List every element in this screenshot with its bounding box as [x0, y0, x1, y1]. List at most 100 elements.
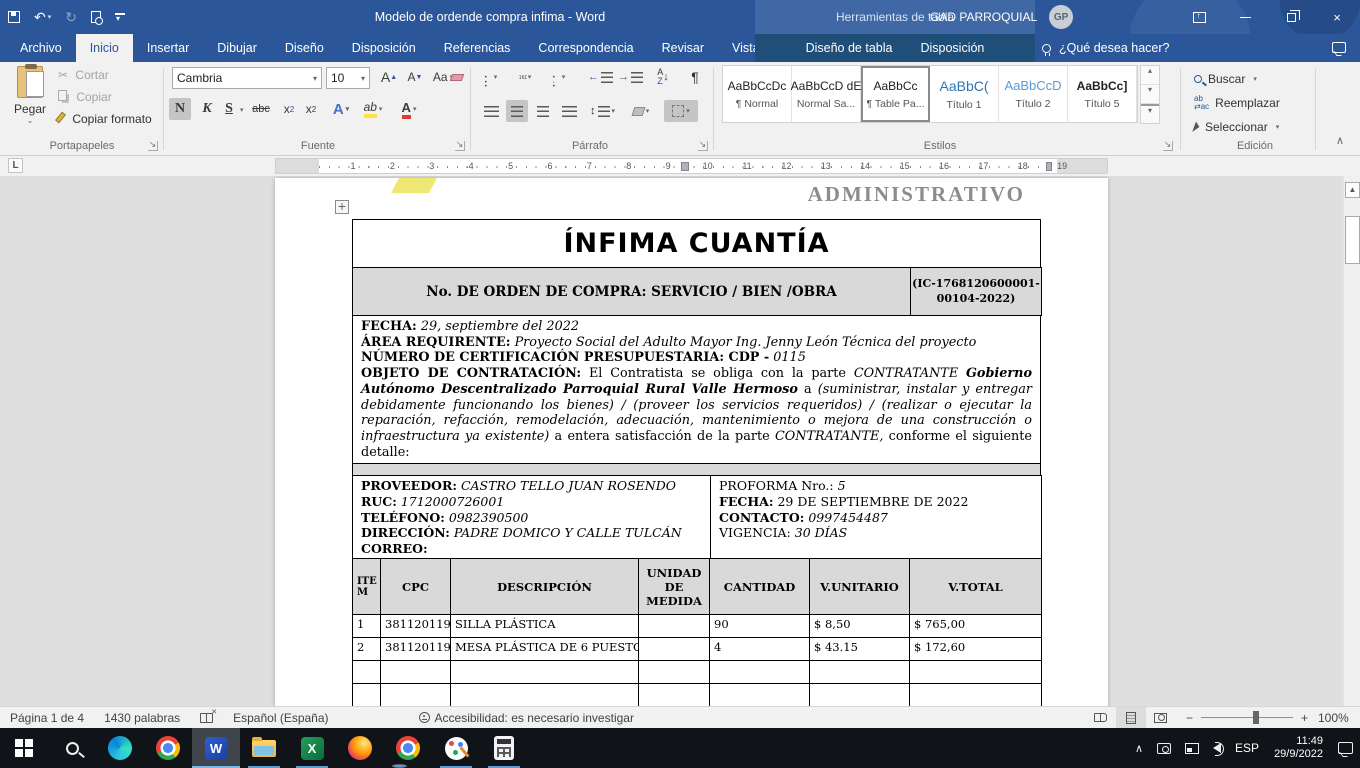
taskbar-file-explorer[interactable]	[240, 728, 288, 768]
col-header-descripcion[interactable]: DESCRIPCIÓN	[451, 559, 639, 615]
align-left-button[interactable]	[480, 100, 502, 122]
styles-dialog-launcher[interactable]: ↘	[1163, 141, 1173, 151]
customize-qat-button[interactable]	[115, 5, 125, 29]
tab-diseno-de-tabla[interactable]: Diseño de tabla	[792, 34, 907, 62]
grow-font-button[interactable]: A▲	[378, 66, 400, 88]
close-button[interactable]: ×	[1314, 0, 1360, 34]
vunitario-cell[interactable]	[810, 684, 910, 706]
print-layout-button[interactable]	[1116, 707, 1146, 729]
bullets-button[interactable]: ▾	[480, 66, 502, 88]
save-button[interactable]	[8, 5, 20, 29]
cpc-cell[interactable]: 381120119	[381, 615, 451, 638]
word-count[interactable]: 1430 palabras	[94, 707, 190, 729]
ruler-right-indent-marker[interactable]	[1046, 162, 1052, 171]
font-family-select[interactable]: Cambria▾	[172, 67, 322, 89]
tab-selector[interactable]: L	[8, 158, 23, 173]
style-table-paragraph[interactable]: AaBbCc ¶ Table Pa...	[861, 66, 930, 122]
minimize-button[interactable]	[1222, 0, 1268, 34]
proofing-status[interactable]	[190, 707, 223, 729]
page-indicator[interactable]: Página 1 de 4	[0, 707, 94, 729]
descripcion-cell[interactable]	[451, 684, 639, 706]
format-painter-button[interactable]: Copiar formato	[58, 112, 152, 126]
ribbon-display-options-button[interactable]	[1176, 0, 1222, 34]
line-spacing-button[interactable]: ↕▾	[590, 100, 615, 122]
undo-button[interactable]: ↶▾	[34, 5, 51, 29]
descripcion-cell[interactable]	[451, 661, 639, 684]
cantidad-cell[interactable]: 4	[710, 638, 810, 661]
unidad-cell[interactable]	[639, 684, 710, 706]
taskbar-chrome[interactable]	[144, 728, 192, 768]
style-normal-sa[interactable]: AaBbCcD dE Normal Sa...	[792, 66, 861, 122]
col-header-cpc[interactable]: CPC	[381, 559, 451, 615]
tab-disposicion[interactable]: Disposición	[338, 34, 430, 62]
taskbar-clock[interactable]: 11:49 29/9/2022	[1266, 735, 1331, 761]
vertical-scrollbar[interactable]: ▲	[1343, 176, 1360, 706]
increase-indent-button[interactable]: →	[618, 66, 643, 88]
language-indicator[interactable]: Español (España)	[223, 707, 338, 729]
item-cell[interactable]: 1	[353, 615, 381, 638]
unidad-cell[interactable]	[639, 615, 710, 638]
vtotal-cell[interactable]	[910, 661, 1042, 684]
tab-insertar[interactable]: Insertar	[133, 34, 203, 62]
ruler-table-column-marker[interactable]	[681, 162, 689, 171]
taskbar-chrome-profile[interactable]	[384, 728, 432, 768]
zoom-out-button[interactable]: −	[1186, 711, 1193, 725]
vunitario-cell[interactable]: $ 43.15	[810, 638, 910, 661]
account-area[interactable]: GAD PARROQUIAL GP	[930, 0, 1073, 34]
styles-more-button[interactable]: ▾	[1141, 104, 1159, 123]
borders-button[interactable]: ▾	[664, 100, 698, 122]
descripcion-cell[interactable]: MESA PLÁSTICA DE 6 PUESTOS	[451, 638, 639, 661]
scrollbar-thumb[interactable]	[1345, 216, 1360, 264]
subscript-button[interactable]: x2	[278, 98, 300, 120]
find-button[interactable]: Buscar ▾	[1194, 68, 1257, 90]
col-header-vunitario[interactable]: V.UNITARIO	[810, 559, 910, 615]
cantidad-cell[interactable]: 90	[710, 615, 810, 638]
tab-referencias[interactable]: Referencias	[430, 34, 525, 62]
align-center-button[interactable]	[506, 100, 528, 122]
tray-cast-button[interactable]	[1150, 728, 1178, 768]
paragraph-dialog-launcher[interactable]: ↘	[698, 141, 708, 151]
scroll-up-button[interactable]: ▲	[1345, 182, 1360, 198]
tell-me-box[interactable]: ¿Qué desea hacer?	[1042, 34, 1170, 62]
show-marks-button[interactable]: ¶	[684, 66, 706, 88]
superscript-button[interactable]: x2	[300, 98, 322, 120]
decrease-indent-button[interactable]: ←	[588, 66, 613, 88]
start-button[interactable]	[0, 728, 48, 768]
cpc-cell[interactable]	[381, 684, 451, 706]
horizontal-ruler[interactable]: 12345678910111213141516171819	[275, 158, 1108, 174]
styles-scroll-up-button[interactable]: ▴	[1141, 66, 1159, 85]
form-title-cell[interactable]: ÍNFIMA CUANTÍA	[353, 220, 1041, 268]
language-switcher[interactable]: ESP	[1228, 728, 1266, 768]
tray-expand-button[interactable]: ∧	[1128, 728, 1150, 768]
italic-button[interactable]: K	[196, 98, 218, 120]
vtotal-cell[interactable]: $ 765,00	[910, 615, 1042, 638]
restore-button[interactable]	[1268, 0, 1314, 34]
align-right-button[interactable]	[532, 100, 554, 122]
unidad-cell[interactable]	[639, 638, 710, 661]
feedback-icon[interactable]	[1332, 42, 1346, 53]
select-button[interactable]: Seleccionar ▾	[1194, 116, 1279, 138]
descripcion-cell[interactable]: SILLA PLÁSTICA	[451, 615, 639, 638]
clear-formatting-button[interactable]	[446, 66, 468, 88]
vtotal-cell[interactable]: $ 172,60	[910, 638, 1042, 661]
collapse-ribbon-button[interactable]: ∧	[1336, 134, 1344, 147]
tab-archivo[interactable]: Archivo	[6, 34, 76, 62]
shrink-font-button[interactable]: A▼	[404, 66, 426, 88]
taskbar-word[interactable]: W	[192, 728, 240, 768]
col-header-cantidad[interactable]: CANTIDAD	[710, 559, 810, 615]
vtotal-cell[interactable]	[910, 684, 1042, 706]
text-effects-button[interactable]: A▾	[330, 98, 352, 120]
sort-button[interactable]: AZ↓	[652, 66, 674, 88]
taskbar-excel[interactable]: X	[288, 728, 336, 768]
justify-button[interactable]	[558, 100, 580, 122]
accessibility-status[interactable]: Accesibilidad: es necesario investigar	[409, 707, 644, 729]
print-preview-button[interactable]	[91, 5, 101, 29]
cpc-cell[interactable]: 381120119	[381, 638, 451, 661]
cut-button[interactable]: ✂ Cortar	[58, 68, 109, 82]
col-header-item[interactable]: ITEM	[353, 559, 381, 615]
unidad-cell[interactable]	[639, 661, 710, 684]
taskbar-search-button[interactable]	[48, 728, 96, 768]
taskbar-edge[interactable]	[96, 728, 144, 768]
text-highlight-button[interactable]: ab▾	[362, 98, 384, 120]
vendor-left-cell[interactable]: PROVEEDOR: CASTRO TELLO JUAN ROSENDO RUC…	[353, 476, 711, 559]
